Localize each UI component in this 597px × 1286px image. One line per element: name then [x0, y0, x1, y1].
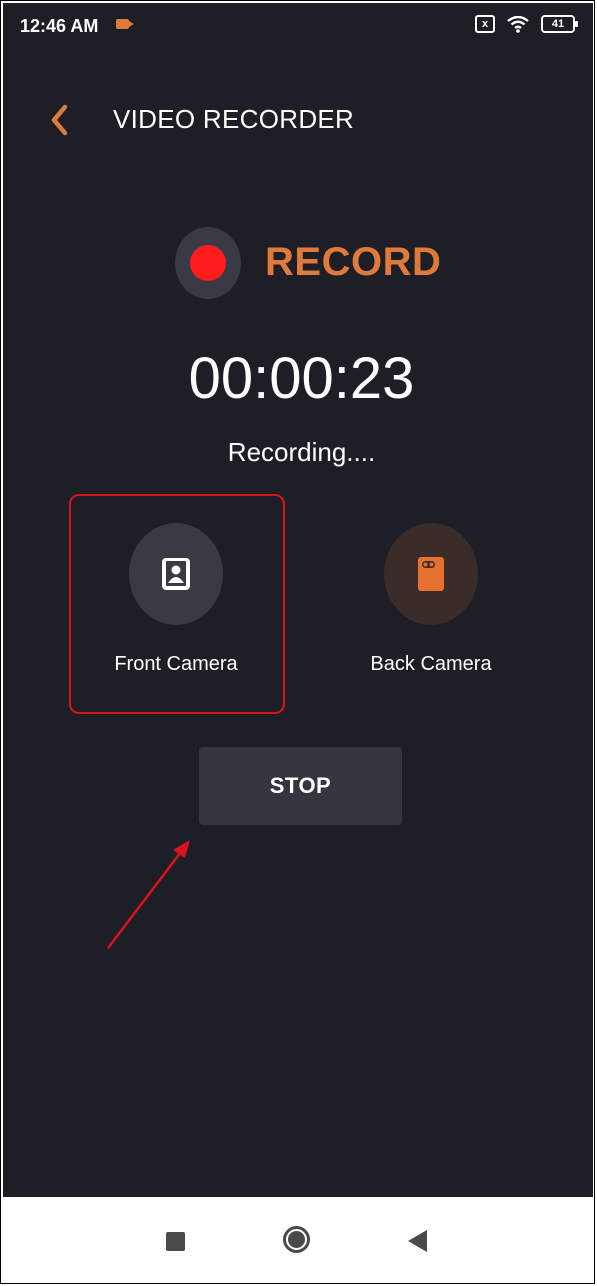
square-icon[interactable] [166, 1232, 185, 1251]
circle-icon[interactable] [283, 1226, 310, 1253]
battery-icon: 41 [541, 15, 578, 33]
recording-status: Recording.... [227, 437, 376, 467]
wifi-icon [507, 15, 529, 33]
record-dot-icon [190, 245, 226, 281]
stop-button[interactable]: STOP [199, 747, 402, 825]
chevron-left-icon[interactable] [47, 103, 71, 137]
status-icons: x 41 [475, 15, 578, 33]
back-camera-button[interactable]: Back Camera [331, 523, 531, 676]
recording-timer: 00:00:23 [188, 346, 415, 411]
back-camera-label: Back Camera [370, 653, 492, 675]
triangle-back-icon[interactable] [408, 1230, 427, 1252]
sim-icon: x [475, 15, 495, 33]
circle-icon-inner [288, 1231, 305, 1248]
record-button[interactable] [175, 227, 241, 299]
system-navbar [3, 1197, 593, 1283]
front-camera-highlight [69, 494, 285, 714]
record-label: RECORD [265, 240, 442, 284]
back-camera-circle [384, 523, 478, 625]
page-title: VIDEO RECORDER [113, 104, 355, 134]
back-camera-icon [418, 557, 444, 591]
video-recording-icon [116, 19, 134, 29]
status-time: 12:46 AM [20, 16, 99, 36]
